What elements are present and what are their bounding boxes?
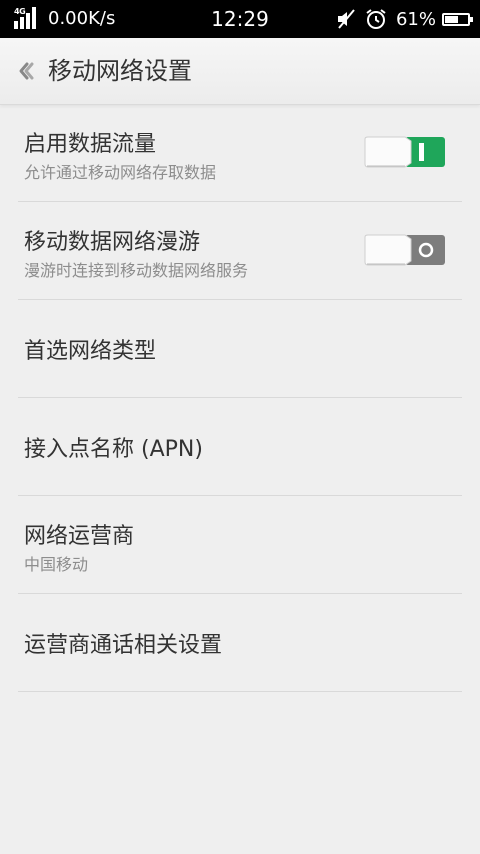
setting-summary: 漫游时连接到移动数据网络服务 — [24, 261, 249, 280]
setting-label: 启用数据流量 — [24, 132, 157, 157]
setting-network-operator[interactable]: 网络运营商 中国移动 — [18, 496, 462, 594]
data-toggle-switch[interactable] — [364, 133, 446, 171]
setting-data-roaming[interactable]: 移动数据网络漫游 漫游时连接到移动数据网络服务 — [18, 202, 462, 300]
setting-summary: 中国移动 — [24, 555, 89, 574]
net-speed: 0.00K/s — [48, 8, 116, 29]
status-bar: 12:29 4G 0.00K/s 61% — [0, 0, 480, 38]
signal-icon: 4G — [14, 7, 40, 31]
page-title: 移动网络设置 — [48, 57, 192, 85]
alarm-icon — [366, 9, 386, 29]
network-type-label: 4G — [14, 7, 26, 16]
setting-label: 运营商通话相关设置 — [24, 633, 223, 658]
roaming-toggle-switch[interactable] — [364, 231, 446, 269]
back-chevron-icon[interactable] — [10, 52, 40, 90]
setting-enable-data[interactable]: 启用数据流量 允许通过移动网络存取数据 — [18, 104, 462, 202]
setting-label: 首选网络类型 — [24, 339, 157, 364]
battery-icon — [442, 12, 473, 26]
setting-apn[interactable]: 接入点名称 (APN) — [18, 398, 462, 496]
setting-label: 网络运营商 — [24, 524, 135, 549]
setting-summary: 允许通过移动网络存取数据 — [24, 163, 217, 182]
settings-list: 启用数据流量 允许通过移动网络存取数据 移动数据网络漫游 漫游时连接到移动数据网… — [0, 104, 480, 692]
mute-icon — [337, 9, 355, 29]
setting-label: 接入点名称 (APN) — [24, 437, 203, 462]
setting-preferred-network[interactable]: 首选网络类型 — [18, 300, 462, 398]
setting-carrier-call[interactable]: 运营商通话相关设置 — [18, 594, 462, 692]
title-bar: 移动网络设置 — [0, 38, 480, 105]
battery-percent: 61% — [395, 8, 436, 30]
setting-label: 移动数据网络漫游 — [24, 230, 201, 255]
